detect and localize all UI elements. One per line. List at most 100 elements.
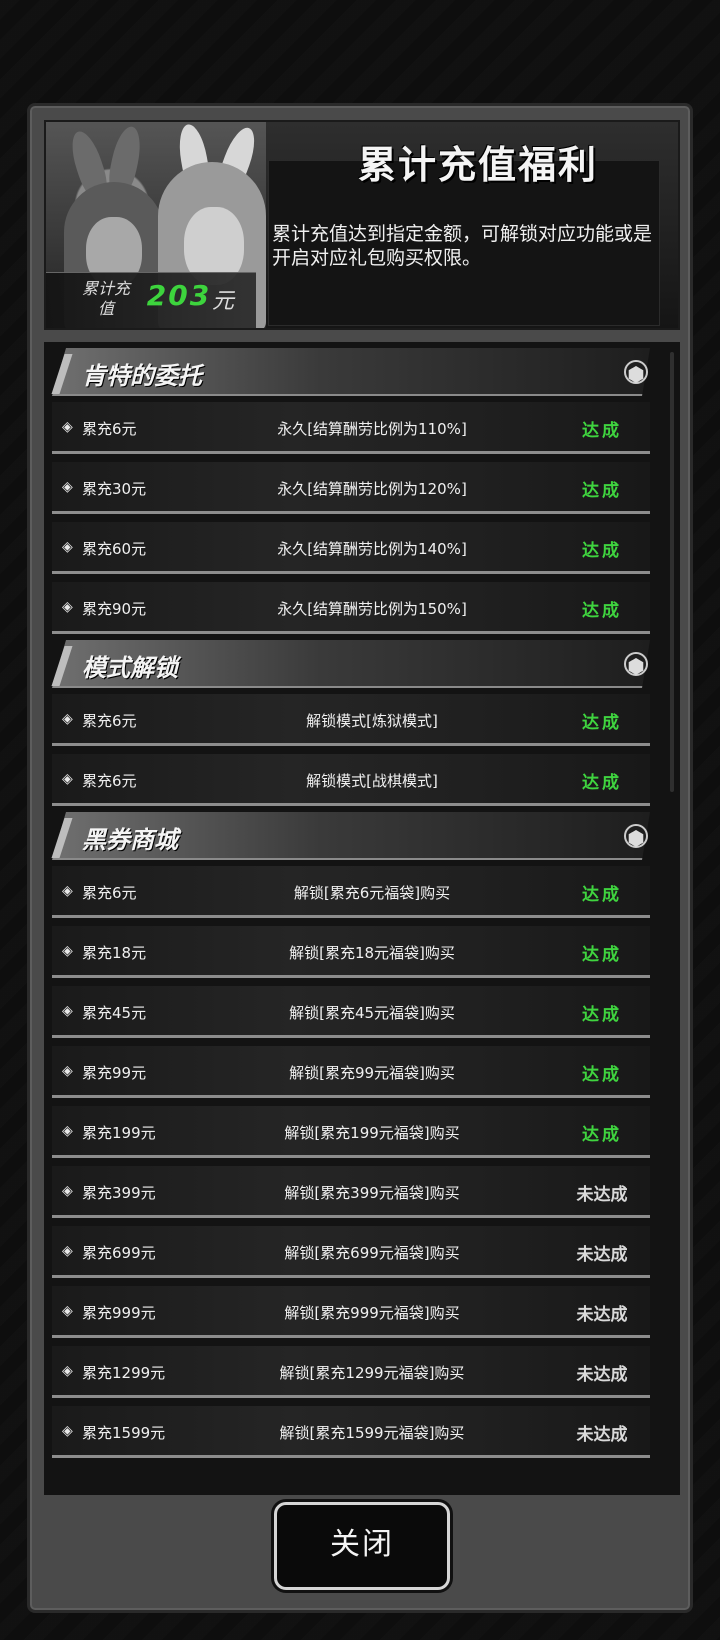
dialog-description: 累计充值达到指定金额，可解锁对应功能或是开启对应礼包购买权限。 [272, 223, 653, 269]
benefit-row: ◈ 累充60元 永久[结算酬劳比例为140%] 达成 [52, 522, 650, 574]
status-badge: 未达成 [576, 1245, 628, 1265]
stack-layers-icon: ◈ [62, 1423, 73, 1439]
stack-layers-icon: ◈ [62, 711, 73, 727]
reward-text: 永久[结算酬劳比例为110%] [277, 420, 467, 438]
stack-layers-icon: ◈ [62, 1003, 73, 1019]
stack-layers-icon: ◈ [62, 1063, 73, 1079]
status-badge: 达成 [582, 773, 622, 793]
stack-layers-icon: ◈ [62, 479, 73, 495]
stack-layers-icon: ◈ [62, 1303, 73, 1319]
benefit-row: ◈ 累充6元 解锁模式[战棋模式] 达成 [52, 754, 650, 806]
benefit-row: ◈ 累充699元 解锁[累充699元福袋]购买 未达成 [52, 1226, 650, 1278]
reward-text: 解锁模式[炼狱模式] [306, 712, 438, 730]
benefit-row: ◈ 累充1299元 解锁[累充1299元福袋]购买 未达成 [52, 1346, 650, 1398]
stack-layers-icon: ◈ [62, 1363, 73, 1379]
requirement-text: 累充6元 [82, 712, 137, 730]
status-badge: 达成 [582, 1125, 622, 1145]
status-badge: 未达成 [576, 1425, 628, 1445]
stack-layers-icon: ◈ [62, 883, 73, 899]
requirement-text: 累充199元 [82, 1124, 156, 1142]
benefit-row: ◈ 累充6元 解锁模式[炼狱模式] 达成 [52, 694, 650, 746]
stack-layers-icon: ◈ [62, 943, 73, 959]
benefit-row: ◈ 累充1599元 解锁[累充1599元福袋]购买 未达成 [52, 1406, 650, 1458]
reward-text: 永久[结算酬劳比例为120%] [277, 480, 467, 498]
stack-layers-icon: ◈ [62, 539, 73, 555]
reward-text: 解锁[累充399元福袋]购买 [284, 1184, 460, 1202]
section-header: 肯特的委托 ⬢ [51, 348, 650, 396]
status-badge: 未达成 [576, 1305, 628, 1325]
reward-text: 解锁[累充18元福袋]购买 [289, 944, 455, 962]
benefit-row: ◈ 累充399元 解锁[累充399元福袋]购买 未达成 [52, 1166, 650, 1218]
stack-layers-icon: ◈ [62, 599, 73, 615]
stack-layers-icon: ◈ [62, 1243, 73, 1259]
reward-text: 解锁[累充699元福袋]购买 [284, 1244, 460, 1262]
requirement-text: 累充699元 [82, 1244, 156, 1262]
requirement-text: 累充30元 [82, 480, 147, 498]
benefit-row: ◈ 累充45元 解锁[累充45元福袋]购买 达成 [52, 986, 650, 1038]
requirement-text: 累充90元 [82, 600, 147, 618]
dialog-header: 累计充值 203 元 累计充值福利 累计充值达到指定金额，可解锁对应功能或是开启… [44, 120, 680, 330]
status-badge: 达成 [582, 421, 622, 441]
section-header: 黑券商城 ⬢ [51, 812, 650, 860]
status-badge: 未达成 [576, 1185, 628, 1205]
total-recharge-box: 累计充值 203 元 [46, 272, 256, 328]
requirement-text: 累充1299元 [82, 1364, 166, 1382]
reward-text: 解锁模式[战棋模式] [306, 772, 438, 790]
hexagon-icon: ⬢ [624, 360, 648, 386]
benefit-row: ◈ 累充30元 永久[结算酬劳比例为120%] 达成 [52, 462, 650, 514]
requirement-text: 累充999元 [82, 1304, 156, 1322]
reward-text: 解锁[累充199元福袋]购买 [284, 1124, 460, 1142]
hexagon-icon: ⬢ [624, 652, 648, 678]
status-badge: 达成 [582, 541, 622, 561]
status-badge: 达成 [582, 1005, 622, 1025]
total-recharge-value: 203 [146, 279, 212, 312]
benefit-row: ◈ 累充18元 解锁[累充18元福袋]购买 达成 [52, 926, 650, 978]
section-title: 肯特的委托 [82, 362, 202, 390]
stack-layers-icon: ◈ [62, 1183, 73, 1199]
close-button[interactable]: 关闭 [274, 1502, 450, 1590]
reward-text: 永久[结算酬劳比例为140%] [277, 540, 467, 558]
status-badge: 达成 [582, 601, 622, 621]
stack-layers-icon: ◈ [62, 419, 73, 435]
benefit-row: ◈ 累充999元 解锁[累充999元福袋]购买 未达成 [52, 1286, 650, 1338]
benefit-row: ◈ 累充99元 解锁[累充99元福袋]购买 达成 [52, 1046, 650, 1098]
status-badge: 达成 [582, 885, 622, 905]
requirement-text: 累充45元 [82, 1004, 147, 1022]
reward-text: 解锁[累充6元福袋]购买 [293, 884, 451, 902]
status-badge: 达成 [582, 481, 622, 501]
status-badge: 未达成 [576, 1365, 628, 1385]
requirement-text: 累充6元 [82, 884, 137, 902]
dialog-title: 累计充值福利 [357, 143, 598, 187]
reward-text: 解锁[累充45元福袋]购买 [289, 1004, 455, 1022]
scrollbar[interactable] [670, 352, 674, 792]
benefits-list[interactable]: 肯特的委托 ⬢ ◈ 累充6元 永久[结算酬劳比例为110%] 达成 ◈ 累充30元 永久[结算酬… [44, 342, 680, 1495]
benefit-row: ◈ 累充6元 永久[结算酬劳比例为110%] 达成 [52, 402, 650, 454]
status-badge: 达成 [582, 945, 622, 965]
benefit-row: ◈ 累充199元 解锁[累充199元福袋]购买 达成 [52, 1106, 650, 1158]
requirement-text: 累充18元 [82, 944, 147, 962]
status-badge: 达成 [582, 1065, 622, 1085]
stack-layers-icon: ◈ [62, 771, 73, 787]
requirement-text: 累充99元 [82, 1064, 147, 1082]
reward-text: 解锁[累充99元福袋]购买 [289, 1064, 455, 1082]
total-recharge-label: 累计充值 [81, 279, 130, 318]
total-recharge-unit: 元 [212, 289, 235, 314]
requirement-text: 累充399元 [82, 1184, 156, 1202]
hexagon-icon: ⬢ [624, 824, 648, 850]
reward-text: 永久[结算酬劳比例为150%] [277, 600, 467, 618]
requirement-text: 累充6元 [82, 420, 137, 438]
requirement-text: 累充6元 [82, 772, 137, 790]
requirement-text: 累充60元 [82, 540, 147, 558]
benefit-row: ◈ 累充90元 永久[结算酬劳比例为150%] 达成 [52, 582, 650, 634]
benefit-row: ◈ 累充6元 解锁[累充6元福袋]购买 达成 [52, 866, 650, 918]
requirement-text: 累充1599元 [82, 1424, 166, 1442]
reward-text: 解锁[累充1299元福袋]购买 [279, 1364, 465, 1382]
section-title: 黑券商城 [82, 826, 178, 854]
status-badge: 达成 [582, 713, 622, 733]
stack-layers-icon: ◈ [62, 1123, 73, 1139]
reward-text: 解锁[累充999元福袋]购买 [284, 1304, 460, 1322]
section-title: 模式解锁 [82, 654, 178, 682]
section-header: 模式解锁 ⬢ [51, 640, 650, 688]
reward-text: 解锁[累充1599元福袋]购买 [279, 1424, 465, 1442]
recharge-benefits-dialog: 累计充值 203 元 累计充值福利 累计充值达到指定金额，可解锁对应功能或是开启… [27, 103, 693, 1613]
